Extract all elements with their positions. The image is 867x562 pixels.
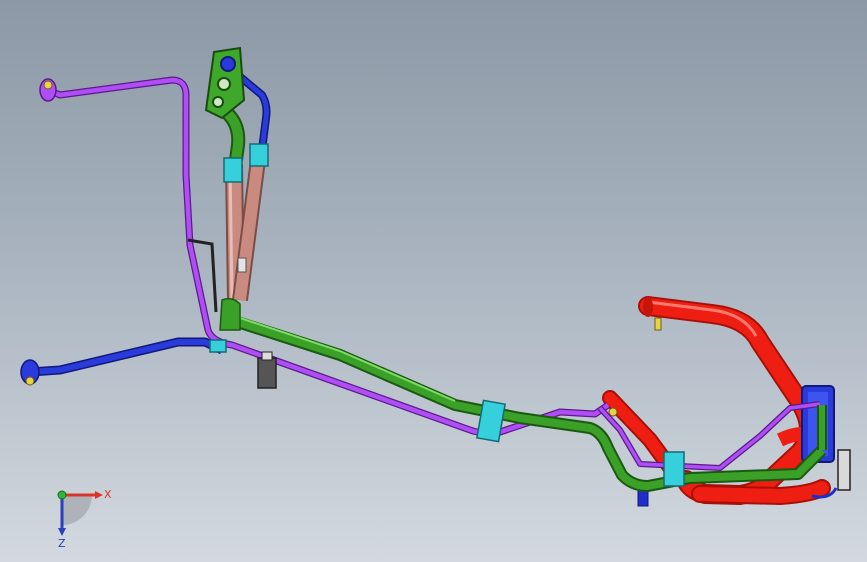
axis-triad: X Z	[57, 488, 112, 550]
z-axis-label: Z	[58, 537, 66, 550]
fittings	[187, 238, 851, 499]
graphics-viewport[interactable]: X Z	[0, 0, 867, 562]
purple-pipe[interactable]	[39, 76, 821, 471]
x-axis-label: X	[104, 488, 112, 501]
connector-plate[interactable]	[204, 46, 246, 120]
clips[interactable]	[209, 143, 685, 487]
green-pipe[interactable]	[221, 106, 827, 492]
y-axis-origin	[57, 490, 67, 500]
blue-pipe[interactable]	[20, 66, 835, 507]
assembly-scene[interactable]: X Z	[0, 0, 867, 562]
